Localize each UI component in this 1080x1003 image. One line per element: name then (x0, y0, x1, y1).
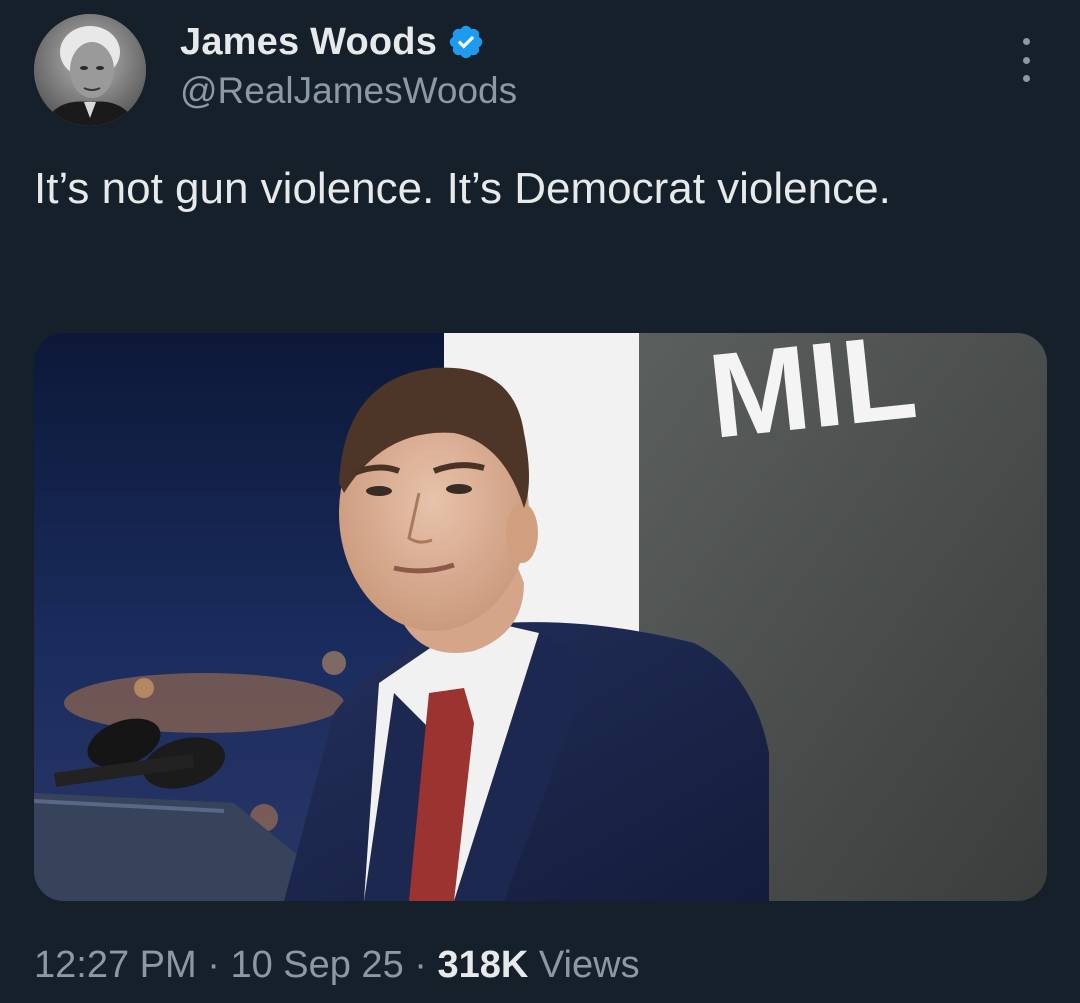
tweet-date[interactable]: 10 Sep 25 (230, 944, 403, 986)
more-dot (1022, 75, 1030, 82)
tweet-metadata: 12:27 PM · 10 Sep 25 · 318K Views (34, 944, 640, 987)
verified-badge-icon (447, 23, 485, 61)
display-name[interactable]: James Woods (180, 21, 437, 64)
tweet-media-image[interactable]: MIL (34, 333, 1047, 901)
tweet-time[interactable]: 12:27 PM (34, 944, 197, 986)
views-count[interactable]: 318K (437, 944, 528, 986)
meta-separator: · (196, 944, 231, 986)
more-options-icon[interactable] (1006, 38, 1046, 82)
avatar[interactable] (34, 14, 146, 126)
tweet[interactable]: James Woods @RealJamesWoods It’s not gun… (0, 0, 1080, 1003)
handle[interactable]: @RealJamesWoods (180, 70, 517, 112)
author-info: James Woods @RealJamesWoods (180, 20, 517, 112)
views-label: Views (528, 944, 640, 986)
meta-separator: · (403, 944, 438, 986)
tweet-text: It’s not gun violence. It’s Democrat vio… (34, 164, 891, 213)
background-sign-text: MIL (703, 333, 922, 464)
display-name-row: James Woods (180, 20, 517, 64)
more-dot (1022, 38, 1030, 45)
more-dot (1022, 56, 1030, 64)
